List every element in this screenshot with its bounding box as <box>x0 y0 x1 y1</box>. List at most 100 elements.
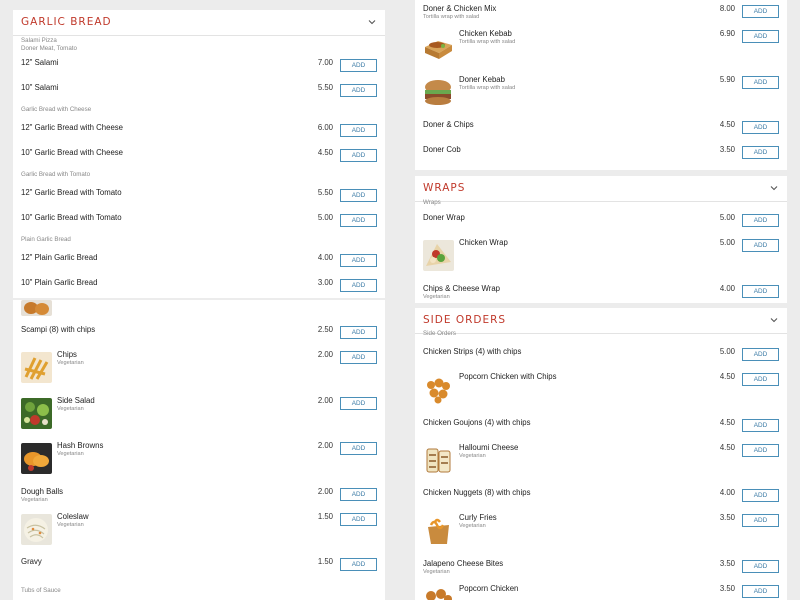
menu-item-price: 7.00 <box>317 58 333 67</box>
category-label: Plain Garlic Bread <box>21 236 71 243</box>
menu-item-name: Scampi (8) with chips <box>21 325 96 334</box>
add-to-cart-button[interactable]: ADD <box>742 373 779 386</box>
menu-item-name: 12" Plain Garlic Bread <box>21 253 98 262</box>
food-thumbnail <box>423 31 454 62</box>
add-to-cart-button[interactable]: ADD <box>340 487 377 501</box>
menu-item: Chicken Strips (4) with chips 5.00 ADD <box>415 343 787 368</box>
add-to-cart-button[interactable]: ADD <box>340 254 377 267</box>
add-to-cart-button[interactable]: ADD <box>340 124 377 137</box>
menu-item-name: 10" Garlic Bread with Cheese <box>21 148 124 157</box>
add-to-cart-button[interactable]: ADD <box>340 279 377 292</box>
add-to-cart-button[interactable]: ADD <box>742 5 779 18</box>
menu-item-price: 4.50 <box>719 120 735 129</box>
section-title: Side Orders <box>423 314 507 326</box>
menu-item-name: Chicken Kebab <box>459 29 512 38</box>
add-to-cart-button[interactable]: ADD <box>340 351 377 364</box>
add-to-cart-button[interactable]: ADD <box>742 30 779 43</box>
menu-item-name: Chicken Goujons (4) with chips <box>423 417 531 427</box>
menu-item-price: 3.50 <box>719 558 735 568</box>
add-to-cart-button[interactable]: ADD <box>340 189 377 202</box>
menu-item-name: Chips <box>57 350 77 359</box>
chevron-down-icon[interactable] <box>769 315 779 325</box>
add-to-cart-button[interactable]: ADD <box>742 214 779 227</box>
add-to-cart-button[interactable]: ADD <box>340 558 377 571</box>
menu-item: Doner & Chips 4.50 ADD <box>415 116 787 141</box>
menu-item-name: Dough Balls <box>21 486 64 496</box>
menu-item-price: 6.90 <box>719 29 735 38</box>
add-to-cart-button[interactable]: ADD <box>742 489 779 502</box>
add-to-cart-button[interactable]: ADD <box>742 239 779 252</box>
menu-item: Coleslaw Vegetarian 1.50 ADD <box>13 508 385 554</box>
menu-item-name: 10" Salami <box>21 83 59 92</box>
category-label: Tubs of Sauce <box>21 587 61 594</box>
menu-item: Doner & Chicken Mix Tortilla wrap with sa… <box>415 0 787 25</box>
menu-item-price: 8.00 <box>719 4 735 13</box>
garlic-bread-header[interactable]: Garlic Bread <box>13 10 385 36</box>
chevron-down-icon[interactable] <box>367 17 377 27</box>
add-to-cart-button[interactable]: ADD <box>742 559 779 573</box>
menu-item-price: 6.00 <box>317 123 333 132</box>
menu-item-name: Doner Cob <box>423 145 461 154</box>
menu-item-name: Side Salad <box>57 395 95 405</box>
add-to-cart-button[interactable]: ADD <box>340 59 377 72</box>
menu-item-price: 2.00 <box>317 486 333 496</box>
add-to-cart-button[interactable]: ADD <box>742 146 779 159</box>
menu-item-description: Vegetarian <box>423 293 450 300</box>
menu-item: Chicken Wrap 5.00 ADD <box>415 234 787 280</box>
menu-item-description: Vegetarian <box>459 452 486 459</box>
wraps-header[interactable]: Wraps <box>415 176 787 202</box>
add-to-cart-button[interactable]: ADD <box>742 443 779 457</box>
add-to-cart-button[interactable]: ADD <box>340 396 377 410</box>
menu-item-name: Curly Fries <box>459 513 497 522</box>
menu-item-price: 4.00 <box>317 253 333 262</box>
menu-item-name: 12" Garlic Bread with Cheese <box>21 123 124 132</box>
add-to-cart-button[interactable]: ADD <box>742 284 779 298</box>
add-to-cart-button[interactable]: ADD <box>742 418 779 432</box>
menu-item-description: Vegetarian <box>459 523 486 529</box>
menu-item: 12" Salami 7.00 ADD <box>13 54 385 79</box>
menu-item: Chips Vegetarian 2.00 ADD <box>13 346 385 392</box>
menu-item: 12" Garlic Bread with Tomato 5.50 ADD <box>13 184 385 209</box>
chevron-down-icon[interactable] <box>769 183 779 193</box>
food-thumbnail <box>21 443 52 474</box>
category-label: Salami Pizza <box>21 37 57 44</box>
food-thumbnail <box>21 513 52 545</box>
menu-item-name: Chips & Cheese Wrap <box>423 283 500 293</box>
menu-item: Curly Fries Vegetarian 3.50 ADD <box>415 509 787 555</box>
menu-item-description: Vegetarian <box>57 360 84 366</box>
menu-item: Popcorn Chicken with Chips 4.50 ADD <box>415 368 787 414</box>
food-thumbnail <box>21 397 52 429</box>
menu-item-description: Tortilla wrap with salad <box>423 14 480 20</box>
menu-item-name: Doner Wrap <box>423 213 465 222</box>
menu-item-price: 5.50 <box>317 188 333 197</box>
add-to-cart-button[interactable]: ADD <box>742 75 779 89</box>
menu-item-name: Jalapeno Cheese Bites <box>423 558 504 568</box>
add-to-cart-button[interactable]: ADD <box>340 214 377 227</box>
menu-item-name: Halloumi Cheese <box>459 442 519 452</box>
menu-item-price: 3.50 <box>719 583 735 593</box>
add-to-cart-button[interactable]: ADD <box>742 514 779 527</box>
menu-item-price: 4.00 <box>719 283 735 293</box>
food-thumbnail <box>423 585 454 600</box>
add-to-cart-button[interactable]: ADD <box>340 326 377 339</box>
menu-item: 10" Garlic Bread with Tomato 5.00 ADD <box>13 209 385 234</box>
add-to-cart-button[interactable]: ADD <box>340 512 377 526</box>
menu-item-name: 10" Plain Garlic Bread <box>21 278 98 287</box>
add-to-cart-button[interactable]: ADD <box>742 348 779 361</box>
menu-item-name: Doner Kebab <box>459 74 505 84</box>
menu-item: Doner Cob 3.50 ADD <box>415 141 787 166</box>
category-label: Garlic Bread with Cheese <box>21 106 92 113</box>
menu-item: 10" Garlic Bread with Cheese 4.50 ADD <box>13 144 385 169</box>
kebab-panel: Doner & Chicken Mix Tortilla wrap with sa… <box>415 0 787 170</box>
menu-item-name: Chicken Nuggets (8) with chips <box>423 488 531 497</box>
menu-item: Hash Browns Vegetarian 2.00 ADD <box>13 437 385 483</box>
menu-item-price: 1.50 <box>317 557 333 566</box>
add-to-cart-button[interactable]: ADD <box>340 149 377 162</box>
food-thumbnail <box>423 240 454 271</box>
add-to-cart-button[interactable]: ADD <box>340 442 377 455</box>
add-to-cart-button[interactable]: ADD <box>742 584 779 598</box>
add-to-cart-button[interactable]: ADD <box>742 121 779 134</box>
wraps-panel: Wraps Wraps Doner Wrap 5.00 ADD Chicken Wra… <box>415 176 787 303</box>
side-orders-header[interactable]: Side Orders <box>415 308 787 334</box>
add-to-cart-button[interactable]: ADD <box>340 84 377 97</box>
